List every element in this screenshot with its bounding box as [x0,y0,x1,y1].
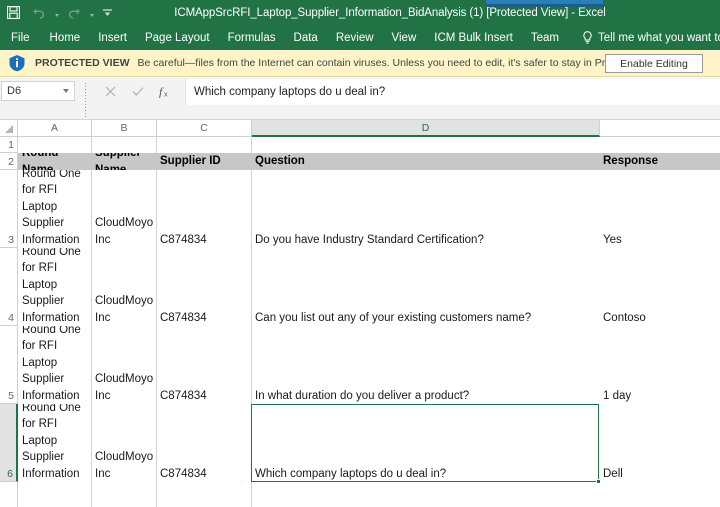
enable-editing-button[interactable]: Enable Editing [605,54,703,73]
cell-d5[interactable]: In what duration do you deliver a produc… [251,326,599,404]
select-all-corner[interactable] [0,120,18,137]
tab-review[interactable]: Review [327,25,383,50]
tab-view[interactable]: View [383,25,426,50]
excel-window: ICMAppSrcRFI_Laptop_Supplier_Information… [0,0,720,507]
cell-e5[interactable]: 1 day [599,326,720,404]
cell-c2[interactable]: Supplier ID [156,153,251,170]
tab-data[interactable]: Data [285,25,327,50]
cell-b2[interactable]: Supplier Name [91,153,156,170]
name-box-dropdown-icon[interactable] [58,89,74,93]
cancel-icon[interactable] [97,81,124,101]
cell-e3[interactable]: Yes [599,170,720,248]
row-header-4[interactable]: 4 [0,248,18,326]
cell-d4[interactable]: Can you list out any of your existing cu… [251,248,599,326]
cell-a5[interactable]: Round One for RFI Laptop Supplier Inform… [18,326,91,404]
fill-handle[interactable] [596,479,601,484]
tell-me-label: Tell me what you want to do... [597,31,720,44]
cell-c3[interactable]: C874834 [156,170,251,248]
tab-team[interactable]: Team [522,25,568,50]
cell-e4[interactable]: Contoso [599,248,720,326]
redo-icon[interactable] [61,0,87,25]
customize-quick-access-toolbar-icon[interactable] [96,0,118,25]
row-header-1[interactable]: 1 [0,137,18,153]
cell-d3[interactable]: Do you have Industry Standard Certificat… [251,170,599,248]
cell-e2[interactable]: Response [599,153,720,170]
formula-bar-area: D6 f x Which company laptops do u deal i… [0,78,720,120]
insert-function-icon[interactable]: f x [151,81,178,101]
name-box-value: D6 [7,85,22,97]
title-bar: ICMAppSrcRFI_Laptop_Supplier_Information… [0,0,720,25]
cell-c6[interactable]: C874834 [156,404,251,482]
cell-a4[interactable]: Round One for RFI Laptop Supplier Inform… [18,248,91,326]
cell-a6[interactable]: Round One for RFI Laptop Supplier Inform… [18,404,91,482]
protected-view-label: PROTECTED VIEW [35,57,130,69]
column-header-d[interactable]: D [252,120,600,137]
ribbon-tab-bar: File Home Insert Page Layout Formulas Da… [0,25,720,50]
cell-c5[interactable]: C874834 [156,326,251,404]
save-icon[interactable] [0,0,26,25]
column-header-c[interactable]: C [157,120,252,137]
column-header-a[interactable]: A [18,120,92,137]
tell-me-search[interactable]: Tell me what you want to do... [568,31,720,44]
spreadsheet-grid: A B C D 1 2 3 4 5 6 7 Round Name Supplie… [0,120,720,507]
column-header-e[interactable] [600,120,720,137]
row-header-2[interactable]: 2 [0,153,18,170]
enter-icon[interactable] [124,81,151,101]
protected-view-message: Be careful—files from the Internet can c… [137,57,668,69]
cell-b5[interactable]: CloudMoyo Inc [91,326,156,404]
cell-a3[interactable]: Round One for RFI Laptop Supplier Inform… [18,170,91,248]
cell-a7[interactable]: Round One for RFI [18,482,91,507]
quick-access-toolbar [0,0,118,25]
tab-icm-bulk-insert[interactable]: ICM Bulk Insert [425,25,522,50]
cell-c4[interactable]: C874834 [156,248,251,326]
cell-b6[interactable]: CloudMoyo Inc [91,404,156,482]
column-header-b[interactable]: B [92,120,157,137]
formula-bar-buttons: f x [97,81,178,101]
tab-insert[interactable]: Insert [89,25,136,50]
cell-area[interactable]: Round Name Supplier Name Supplier ID Que… [18,137,720,507]
cell-b3[interactable]: CloudMoyo Inc [91,170,156,248]
row-header-column: 1 2 3 4 5 6 7 [0,137,18,507]
row-header-5[interactable]: 5 [0,326,18,404]
formula-bar-grip [85,83,86,117]
name-box[interactable]: D6 [1,81,75,101]
column-header-row: A B C D [0,120,720,137]
cell-e6[interactable]: Dell [599,404,720,482]
cell-a2[interactable]: Round Name [18,153,91,170]
tab-file[interactable]: File [0,25,41,50]
cell-d6[interactable]: Which company laptops do u deal in? [251,404,599,482]
formula-input[interactable]: Which company laptops do u deal in? [185,79,720,105]
tab-formulas[interactable]: Formulas [219,25,285,50]
undo-dropdown-icon[interactable] [52,0,61,25]
lightbulb-icon [582,31,593,44]
row-header-3[interactable]: 3 [0,170,18,248]
tab-page-layout[interactable]: Page Layout [136,25,219,50]
undo-icon[interactable] [26,0,52,25]
tab-home[interactable]: Home [41,25,90,50]
cell-d2[interactable]: Question [251,153,599,170]
redo-dropdown-icon[interactable] [87,0,96,25]
svg-text:x: x [164,91,168,98]
row-header-7[interactable]: 7 [0,482,18,507]
row-header-6[interactable]: 6 [0,404,18,482]
cell-b4[interactable]: CloudMoyo Inc [91,248,156,326]
info-icon [8,54,26,72]
protected-view-bar: PROTECTED VIEW Be careful—files from the… [0,50,720,77]
